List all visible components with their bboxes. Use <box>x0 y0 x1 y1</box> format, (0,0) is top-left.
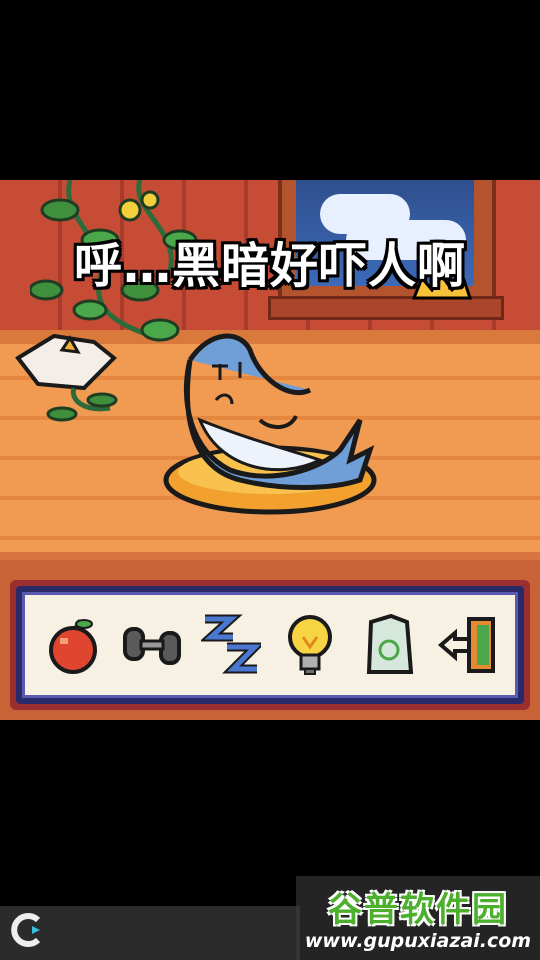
light-button[interactable] <box>279 609 341 681</box>
watermark-url: www.gupuxiazai.com <box>304 930 532 952</box>
dumbbell-icon <box>122 627 181 665</box>
exit-door-icon <box>437 617 495 673</box>
site-watermark: 谷普软件园 www.gupuxiazai.com <box>296 876 540 960</box>
exit-button[interactable] <box>437 609 499 681</box>
toolbar-frame <box>16 586 524 704</box>
sleep-zzz-icon <box>200 614 261 674</box>
action-toolbar <box>10 580 530 710</box>
white-flower-plant <box>15 333 118 422</box>
exercise-button[interactable] <box>121 609 183 681</box>
clean-button[interactable] <box>358 609 420 681</box>
lightbulb-icon <box>287 615 332 675</box>
toolbar-panel <box>22 592 518 698</box>
apple-icon <box>48 618 97 674</box>
dialog-text: 呼…黑暗好吓人啊 <box>73 238 466 294</box>
shark-pet[interactable] <box>160 320 390 520</box>
feed-button[interactable] <box>42 609 104 681</box>
dialog-caption: 呼…黑暗好吓人啊 <box>0 226 540 296</box>
app-logo-icon[interactable] <box>8 910 48 950</box>
trash-bag-icon <box>366 613 413 674</box>
watermark-title: 谷普软件园 <box>328 890 508 930</box>
sleep-button[interactable] <box>200 609 262 681</box>
